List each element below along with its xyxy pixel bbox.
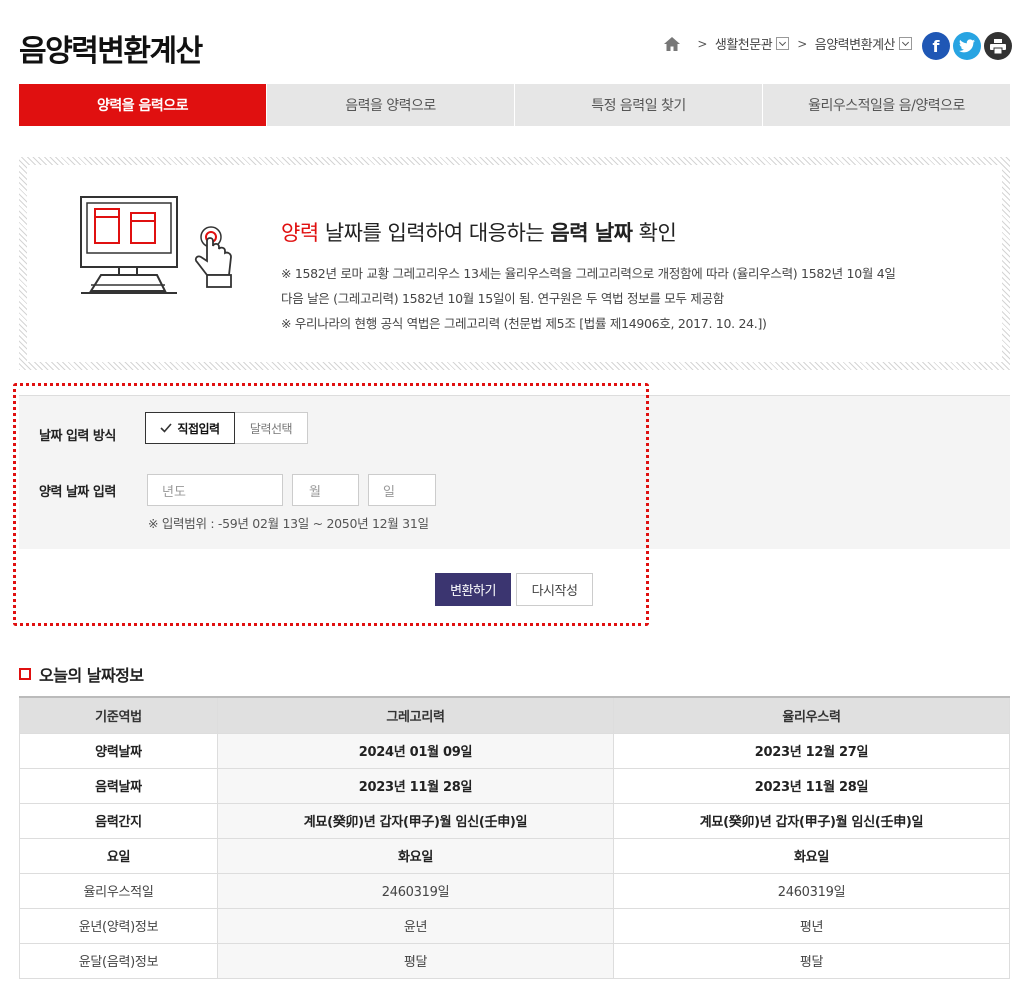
row-label: 양력날짜	[19, 732, 218, 769]
table-row: 율리우스적일 2460319일 2460319일	[19, 872, 1010, 909]
col-header-gregorian: 그레고리력	[217, 696, 614, 734]
table-header-row: 기준역법 그레고리력 율리우스력	[19, 696, 1010, 734]
table-cell: 계묘(癸卯)년 갑자(甲子)월 임신(壬申)일	[217, 802, 614, 839]
intro-note-2: 다음 날은 (그레고리력) 1582년 10월 15일이 됨. 연구원은 두 역…	[281, 291, 724, 306]
breadcrumb-item-lunar-converter[interactable]: 음양력변환계산	[815, 34, 896, 53]
intro-heading-solar: 양력	[281, 221, 319, 245]
table-cell: 2024년 01월 09일	[217, 732, 614, 769]
table-cell: 화요일	[613, 837, 1010, 874]
row-label: 율리우스적일	[19, 872, 218, 909]
table-cell: 2460319일	[613, 872, 1010, 909]
table-cell: 화요일	[217, 837, 614, 874]
table-cell: 2023년 12월 27일	[613, 732, 1010, 769]
table-row: 요일 화요일 화요일	[19, 837, 1010, 874]
row-label: 음력날짜	[19, 767, 218, 804]
print-icon[interactable]	[984, 32, 1012, 60]
col-header-julian: 율리우스력	[613, 696, 1010, 734]
breadcrumb-separator-icon: >	[697, 36, 707, 51]
form-highlight-outline	[13, 383, 649, 626]
share-buttons: f	[922, 32, 1012, 60]
row-label: 윤달(음력)정보	[19, 942, 218, 979]
breadcrumb: > 생활천문관 > 음양력변환계산	[664, 34, 912, 53]
computer-touch-illustration-icon	[80, 196, 232, 294]
intro-panel: 양력 날짜를 입력하여 대응하는 음력 날짜 확인 ※ 1582년 로마 교황 …	[19, 157, 1010, 370]
section-square-icon	[19, 668, 31, 680]
breadcrumb-separator-icon: >	[797, 36, 807, 51]
facebook-icon[interactable]: f	[922, 32, 950, 60]
tab-lunar-to-solar[interactable]: 음력을 양력으로	[266, 84, 514, 126]
tab-julian-day[interactable]: 율리우스적일을 음/양력으로	[762, 84, 1010, 126]
row-label: 음력간지	[19, 802, 218, 839]
converter-tabs: 양력을 음력으로 음력을 양력으로 특정 음력일 찾기 율리우스적일을 음/양력…	[19, 84, 1010, 126]
today-info-title: 오늘의 날짜정보	[19, 662, 144, 686]
table-row: 음력날짜 2023년 11월 28일 2023년 11월 28일	[19, 767, 1010, 804]
table-cell: 평년	[613, 907, 1010, 944]
intro-heading-end: 확인	[632, 221, 677, 245]
intro-note-1: ※ 1582년 로마 교황 그레고리우스 13세는 율리우스력을 그레고리력으로…	[281, 266, 896, 281]
tab-solar-to-lunar[interactable]: 양력을 음력으로	[19, 84, 266, 126]
intro-heading: 양력 날짜를 입력하여 대응하는 음력 날짜 확인	[281, 217, 677, 247]
row-label: 요일	[19, 837, 218, 874]
table-cell: 2460319일	[217, 872, 614, 909]
table-cell: 평달	[613, 942, 1010, 979]
table-cell: 2023년 11월 28일	[217, 767, 614, 804]
col-header-calendar: 기준역법	[19, 696, 218, 734]
table-cell: 윤년	[217, 907, 614, 944]
home-icon[interactable]	[664, 36, 681, 51]
intro-heading-text: 날짜를 입력하여 대응하는	[318, 221, 551, 245]
page-title: 음양력변환계산	[19, 34, 203, 69]
today-info-title-text: 오늘의 날짜정보	[39, 666, 144, 685]
row-label: 윤년(양력)정보	[19, 907, 218, 944]
intro-note-3: ※ 우리나라의 현행 공식 역법은 그레고리력 (천문법 제5조 [법률 제14…	[281, 316, 767, 331]
intro-notes: ※ 1582년 로마 교황 그레고리우스 13세는 율리우스력을 그레고리력으로…	[281, 261, 981, 336]
intro-heading-lunar: 음력 날짜	[550, 221, 633, 245]
tab-find-lunar-date[interactable]: 특정 음력일 찾기	[514, 84, 762, 126]
twitter-icon[interactable]	[953, 32, 981, 60]
table-cell: 2023년 11월 28일	[613, 767, 1010, 804]
today-info-table: 기준역법 그레고리력 율리우스력 양력날짜 2024년 01월 09일 2023…	[19, 696, 1010, 979]
table-row: 윤달(음력)정보 평달 평달	[19, 942, 1010, 979]
breadcrumb-item-life-astronomy[interactable]: 생활천문관	[715, 34, 773, 53]
chevron-down-icon[interactable]	[899, 37, 912, 50]
chevron-down-icon[interactable]	[776, 37, 790, 50]
table-row: 양력날짜 2024년 01월 09일 2023년 12월 27일	[19, 732, 1010, 769]
table-cell: 계묘(癸卯)년 갑자(甲子)월 임신(壬申)일	[613, 802, 1010, 839]
table-row: 윤년(양력)정보 윤년 평년	[19, 907, 1010, 944]
table-row: 음력간지 계묘(癸卯)년 갑자(甲子)월 임신(壬申)일 계묘(癸卯)년 갑자(…	[19, 802, 1010, 839]
table-cell: 평달	[217, 942, 614, 979]
